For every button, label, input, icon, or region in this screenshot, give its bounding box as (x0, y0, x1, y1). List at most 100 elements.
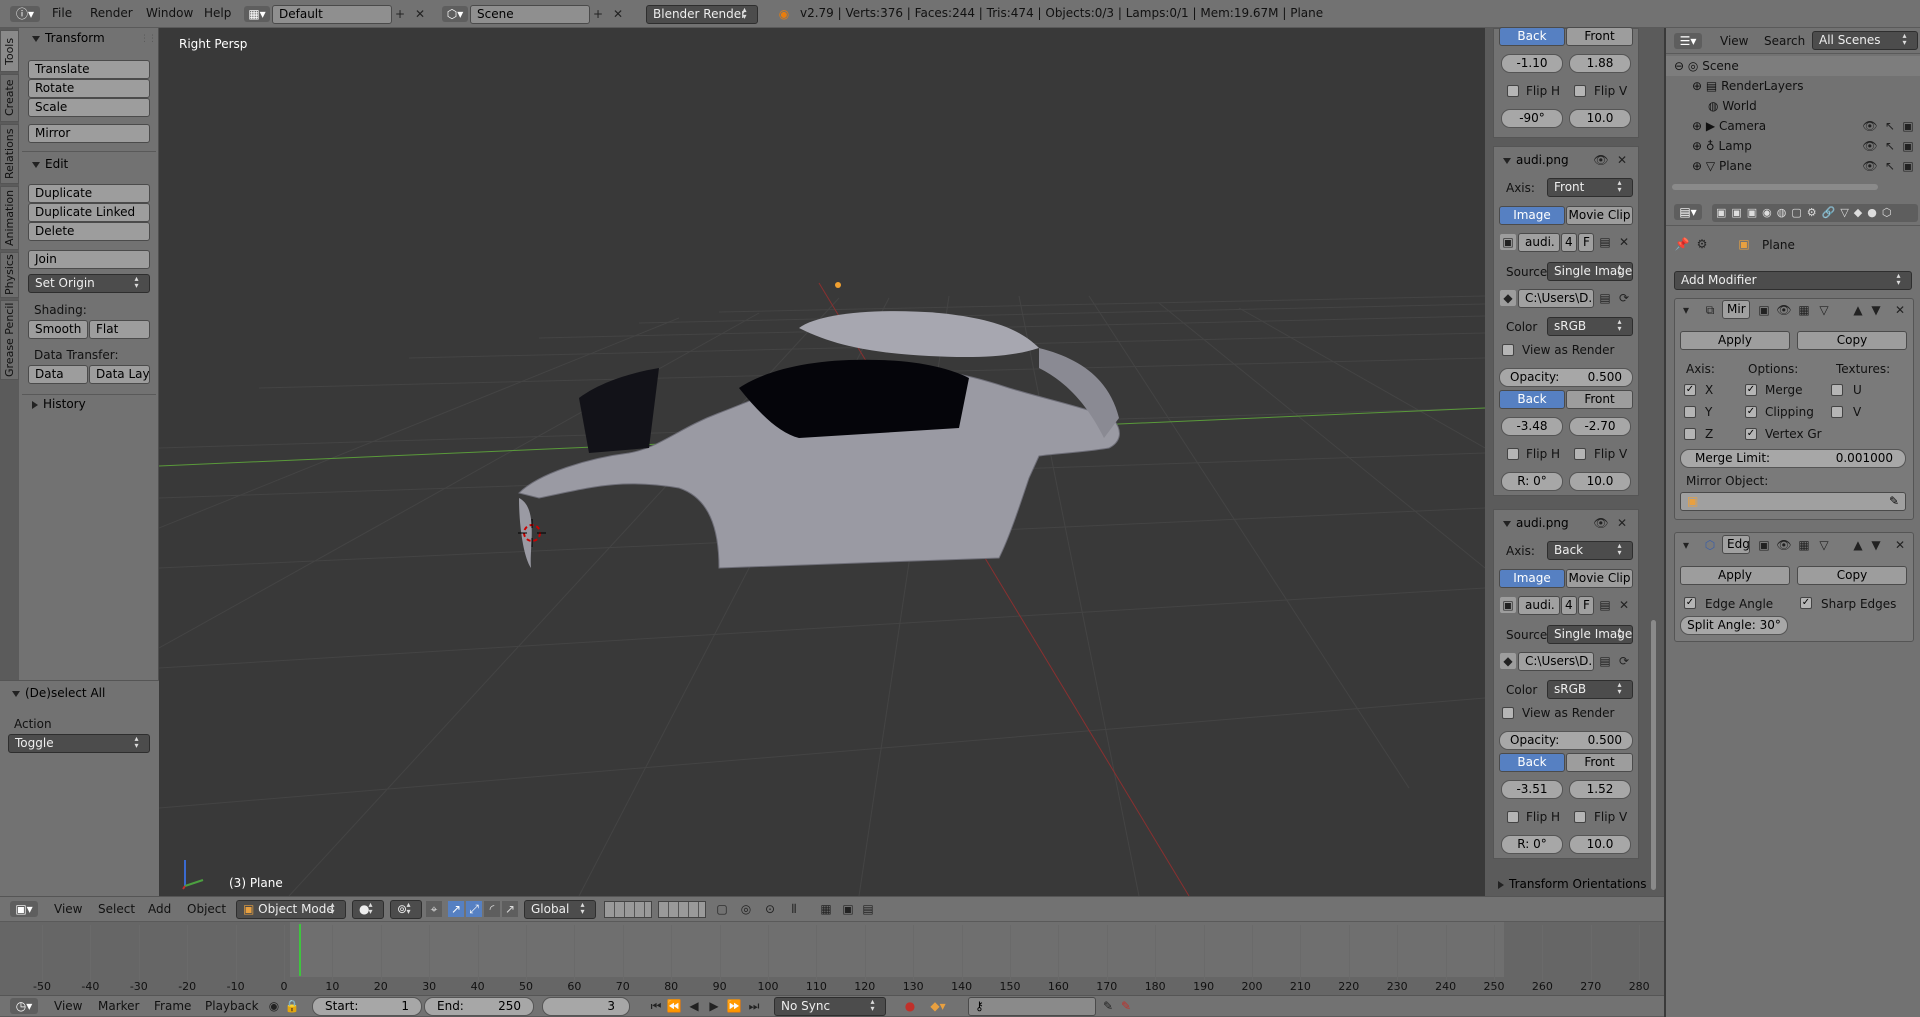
scene-select[interactable]: Scene (470, 5, 590, 24)
bg-image-2-path-field[interactable]: C:\Users\D... (1518, 652, 1594, 671)
mirror-button[interactable]: Mirror (28, 124, 150, 143)
n-panel-scrollbar[interactable] (1651, 620, 1656, 890)
outliner-search-menu[interactable]: Search (1764, 34, 1805, 48)
scene-remove-icon[interactable]: ✕ (610, 6, 626, 22)
timeline-view-menu[interactable]: View (54, 999, 82, 1013)
edit-panel-header[interactable]: Edit (32, 157, 68, 171)
bg-top-size-field[interactable]: 10.0 (1569, 109, 1631, 128)
bg-image-2-view-as-render-checkbox[interactable] (1502, 707, 1514, 719)
viewport-shading-select[interactable]: ● (352, 900, 384, 919)
sharp-edges-checkbox[interactable]: ✓ (1800, 597, 1812, 609)
bg-image-2-file-field[interactable]: audi. (1518, 596, 1560, 615)
outliner-scrollbar[interactable] (1672, 184, 1878, 190)
bg-image-2-back-button[interactable]: Back (1499, 753, 1565, 772)
end-frame-field[interactable]: End: 250 (424, 997, 534, 1016)
move-manipulator-icon[interactable]: ⤢ (466, 901, 482, 917)
edge-name-field[interactable]: Edg (1722, 535, 1750, 554)
operator-panel-header[interactable]: (De)select All (12, 686, 105, 700)
mirror-vertex-groups-checkbox[interactable]: ✓ (1745, 428, 1757, 440)
bg-image-2-browse-icon[interactable]: ▣ (1500, 597, 1516, 613)
bg-image-1-folder-icon[interactable]: ▤ (1597, 290, 1613, 306)
bg-image-2-reload-icon[interactable]: ⟳ (1616, 653, 1632, 669)
bg-top-front-button[interactable]: Front (1566, 27, 1633, 46)
view3d-view-menu[interactable]: View (54, 902, 82, 916)
mirror-x-checkbox[interactable]: ✓ (1684, 384, 1696, 396)
bg-image-1-open-icon[interactable]: ▤ (1597, 234, 1613, 250)
bg-image-2-image-tab[interactable]: Image (1499, 569, 1565, 588)
bg-image-1-flip-v-checkbox[interactable] (1574, 448, 1586, 460)
pin-icon[interactable]: 📌 (1674, 236, 1690, 252)
delete-button[interactable]: Delete (28, 222, 150, 241)
plane-visibility-icon[interactable]: 👁 (1862, 158, 1878, 174)
tab-physics[interactable]: Physics (0, 252, 19, 298)
opengl-render-icon[interactable]: ▦ (818, 901, 834, 917)
bg-image-2-users-field[interactable]: 4 (1561, 596, 1577, 615)
jump-start-icon[interactable]: ⏮ (648, 998, 664, 1014)
bg-top-back-button[interactable]: Back (1499, 27, 1565, 46)
keying-set-field[interactable]: ⚷ (968, 997, 1096, 1016)
bg-image-2-unlink-icon[interactable]: ✕ (1616, 597, 1632, 613)
view3d-object-menu[interactable]: Object (187, 902, 226, 916)
viewport-3d[interactable]: Right Persp (3) Plane (159, 28, 1485, 896)
transform-panel-header[interactable]: Transform (32, 31, 105, 45)
bg-image-1-browse-icon[interactable]: ▣ (1500, 234, 1516, 250)
edge-viewport-toggle-icon[interactable]: 👁 (1776, 537, 1792, 553)
menu-render[interactable]: Render (90, 6, 133, 20)
tab-tools[interactable]: Tools (0, 30, 19, 72)
plane-render-icon[interactable]: ▣ (1900, 158, 1916, 174)
bg-image-1-source-select[interactable]: Single Image (1547, 262, 1633, 281)
camera-render-icon[interactable]: ▣ (1900, 118, 1916, 134)
bg-image-1-users-field[interactable]: 4 (1561, 233, 1577, 252)
mirror-viewport-toggle-icon[interactable]: 👁 (1776, 302, 1792, 318)
object-mode-select[interactable]: ▣ Object Mode (236, 900, 346, 919)
bg-image-1-fake-user-toggle[interactable]: F (1578, 233, 1594, 252)
edge-remove-icon[interactable]: ✕ (1892, 537, 1908, 553)
bg-image-1-back-button[interactable]: Back (1499, 390, 1565, 409)
timeline-marker-menu[interactable]: Marker (98, 999, 139, 1013)
camera-visibility-icon[interactable]: 👁 (1862, 118, 1878, 134)
bg-image-2-source-select[interactable]: Single Image (1547, 625, 1633, 644)
layout-select[interactable]: Default (272, 5, 392, 24)
bg-image-1-size-field[interactable]: 10.0 (1569, 472, 1631, 491)
tab-relations[interactable]: Relations (0, 124, 19, 184)
eyedropper-icon[interactable]: ✎ (1889, 493, 1899, 510)
bg-top-flip-h-checkbox[interactable] (1507, 85, 1519, 97)
camera-select-icon[interactable]: ↖ (1882, 118, 1898, 134)
duplicate-linked-button[interactable]: Duplicate Linked (28, 203, 150, 222)
timeline-playback-menu[interactable]: Playback (205, 999, 259, 1013)
tab-create[interactable]: Create (0, 74, 19, 122)
bg-image-2-visibility-icon[interactable]: 👁 (1593, 515, 1609, 531)
rotate-button[interactable]: Rotate (28, 79, 150, 98)
lamp-select-icon[interactable]: ↖ (1882, 138, 1898, 154)
bg-image-2-remove-icon[interactable]: ✕ (1614, 515, 1630, 531)
lock-layers-icon[interactable]: ▢ (714, 901, 730, 917)
jump-keyframe-forward-icon[interactable]: ⏩ (726, 998, 742, 1014)
set-origin-select[interactable]: Set Origin (28, 274, 150, 293)
bg-image-2-size-field[interactable]: 10.0 (1569, 835, 1631, 854)
bg-image-1-y-field[interactable]: -2.70 (1569, 417, 1631, 436)
view3d-select-menu[interactable]: Select (98, 902, 135, 916)
bg-image-1-path-field[interactable]: C:\Users\D... (1518, 289, 1594, 308)
bg-top-flip-v-checkbox[interactable] (1574, 85, 1586, 97)
bg-image-1-view-as-render-checkbox[interactable] (1502, 344, 1514, 356)
bg-image-1-x-field[interactable]: -3.48 (1501, 417, 1563, 436)
edge-apply-button[interactable]: Apply (1680, 566, 1790, 585)
join-button[interactable]: Join (28, 250, 150, 269)
outliner-scene-row[interactable]: ⊖ ◎ Scene (1674, 56, 1920, 76)
bg-image-1-file-field[interactable]: audi. (1518, 233, 1560, 252)
auto-keying-icon[interactable]: ● (902, 998, 918, 1014)
split-angle-field[interactable]: Split Angle: 30° (1680, 616, 1788, 635)
edge-collapse-icon[interactable]: ▾ (1678, 537, 1694, 553)
menu-file[interactable]: File (52, 6, 72, 20)
bg-image-2-axis-select[interactable]: Back (1547, 541, 1633, 560)
add-modifier-select[interactable]: Add Modifier (1674, 271, 1912, 290)
translate-manipulator-icon[interactable]: ↗ (448, 901, 464, 917)
mirror-collapse-icon[interactable]: ▾ (1678, 302, 1694, 318)
edge-copy-button[interactable]: Copy (1797, 566, 1907, 585)
mirror-z-checkbox[interactable] (1684, 428, 1696, 440)
area-divider[interactable] (1664, 28, 1666, 1017)
bg-image-2-rotation-field[interactable]: R: 0° (1501, 835, 1563, 854)
manipulator-toggle-icon[interactable]: ⌖ (426, 901, 442, 917)
mirror-editmode-toggle-icon[interactable]: ▦ (1796, 302, 1812, 318)
mirror-y-checkbox[interactable] (1684, 406, 1696, 418)
